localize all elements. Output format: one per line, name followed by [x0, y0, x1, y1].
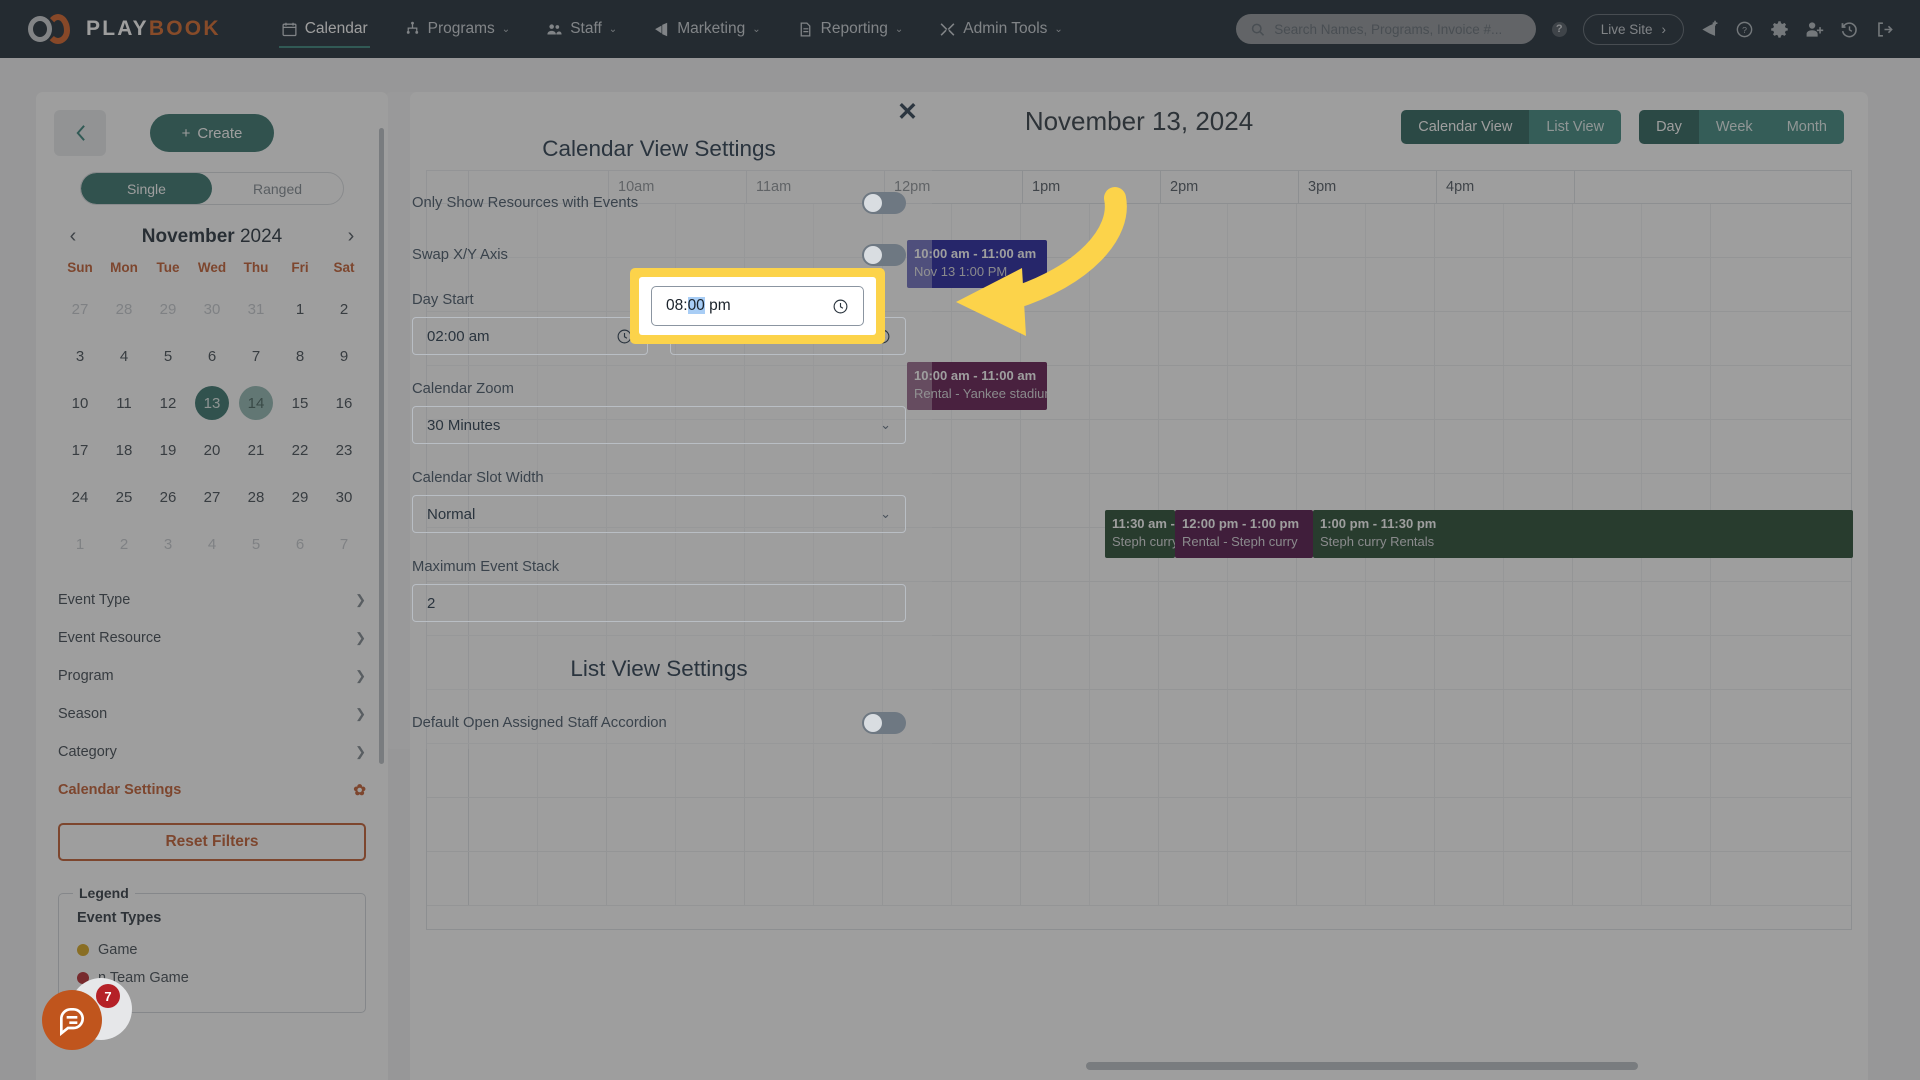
day-start-value: 02:00 am	[427, 327, 490, 345]
modal-overlay[interactable]	[0, 0, 1920, 1080]
setting-only-show-resources: Only Show Resources with Events	[412, 192, 906, 214]
time-hours: 08:	[666, 297, 688, 314]
slot-width-select[interactable]: Normal ⌄	[412, 495, 906, 533]
calendar-zoom-group: Calendar Zoom 30 Minutes ⌄	[412, 381, 906, 444]
chevron-down-icon: ⌄	[880, 506, 891, 521]
chat-unread-badge: 7	[96, 984, 120, 1008]
modal-content: ✕ Calendar View Settings Only Show Resou…	[386, 92, 932, 749]
playbook-app: PLAYBOOK Calendar Programs ⌄ Staff ⌄ Marketin…	[0, 0, 1920, 1080]
close-icon[interactable]: ✕	[897, 100, 918, 125]
max-stack-value: 2	[427, 594, 436, 612]
swap-axis-label: Swap X/Y Axis	[412, 247, 508, 263]
max-stack-input[interactable]: 2	[412, 584, 906, 622]
time-minutes-selected: 00	[687, 297, 705, 314]
max-stack-group: Maximum Event Stack 2	[412, 559, 906, 622]
highlight-callout-box: 08:00 pm	[630, 268, 885, 344]
default-open-accordion-label: Default Open Assigned Staff Accordion	[412, 715, 667, 731]
modal-title: Calendar View Settings	[542, 136, 776, 161]
max-stack-label: Maximum Event Stack	[412, 559, 560, 575]
calendar-zoom-select[interactable]: 30 Minutes ⌄	[412, 406, 906, 444]
chat-icon	[60, 1008, 84, 1036]
slot-width-value: Normal	[427, 505, 476, 523]
slot-width-group: Calendar Slot Width Normal ⌄	[412, 470, 906, 533]
calendar-zoom-label: Calendar Zoom	[412, 381, 514, 397]
chevron-down-icon: ⌄	[880, 417, 891, 432]
day-start-input[interactable]: 02:00 am	[412, 317, 648, 355]
only-show-resources-label: Only Show Resources with Events	[412, 195, 639, 211]
setting-swap-axis: Swap X/Y Axis	[412, 244, 906, 266]
list-view-settings-title: List View Settings	[570, 656, 748, 681]
day-start-group: Day Start 02:00 am	[412, 292, 648, 355]
default-open-accordion-toggle[interactable]	[862, 712, 906, 734]
setting-default-open-accordion: Default Open Assigned Staff Accordion	[412, 712, 906, 734]
day-start-label: Day Start	[412, 292, 474, 308]
clock-icon	[833, 299, 848, 313]
day-end-time-input-highlighted[interactable]: 08:00 pm	[651, 286, 864, 326]
swap-axis-toggle[interactable]	[862, 244, 906, 266]
day-end-time-text: 08:00 pm	[666, 297, 731, 315]
slot-width-label: Calendar Slot Width	[412, 470, 544, 486]
highlight-inner: 08:00 pm	[639, 277, 876, 335]
chat-widget-button[interactable]	[42, 990, 102, 1050]
only-show-resources-toggle[interactable]	[862, 192, 906, 214]
time-meridiem: pm	[704, 297, 731, 314]
calendar-zoom-value: 30 Minutes	[427, 416, 501, 434]
